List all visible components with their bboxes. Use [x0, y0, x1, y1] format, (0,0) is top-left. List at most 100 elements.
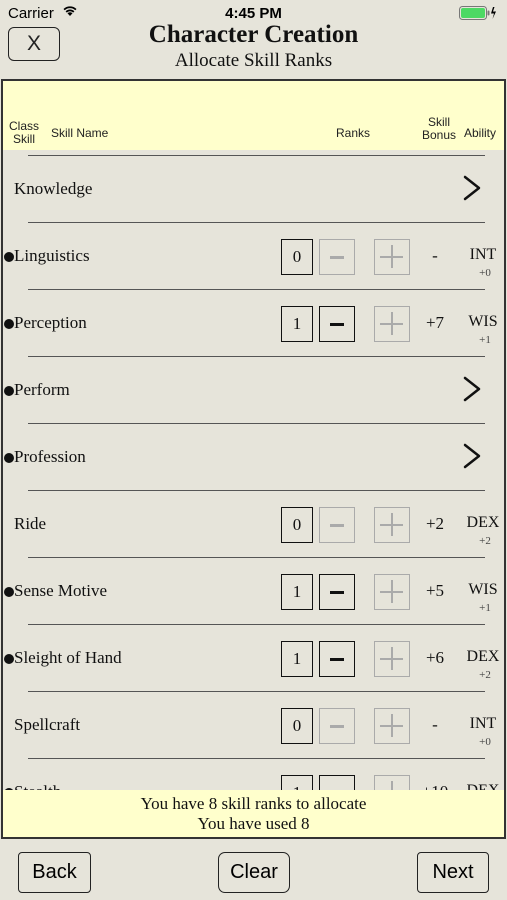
- skill-name: Sense Motive: [14, 581, 108, 600]
- skill-bonus: +6: [425, 648, 445, 667]
- next-button[interactable]: Next: [417, 852, 489, 893]
- ranks-used-text: You have used 8: [197, 814, 310, 833]
- plus-icon-v: [391, 647, 393, 670]
- skill-name: Perception: [14, 313, 87, 332]
- skill-row: Perception 1 +7 WIS +1: [3, 289, 504, 356]
- skill-row[interactable]: Profession: [3, 423, 504, 490]
- class-skill-column-label: Class Skill: [8, 119, 39, 146]
- skill-bonus: -: [432, 246, 438, 265]
- increment-rank-button[interactable]: [374, 708, 410, 744]
- back-button[interactable]: Back: [18, 852, 91, 893]
- skill-bonus: +10: [415, 782, 455, 790]
- skill-name: Linguistics: [14, 246, 90, 265]
- rank-value: 1: [281, 574, 313, 610]
- skill-row: Sense Motive 1 +5 WIS +1: [3, 557, 504, 624]
- minus-icon: [330, 590, 344, 594]
- plus-icon-v: [391, 245, 393, 268]
- rank-value: 0: [281, 708, 313, 744]
- ability-modifier: +2: [479, 535, 491, 547]
- ability-modifier: +1: [479, 334, 491, 346]
- row-divider: [28, 691, 485, 692]
- skill-row[interactable]: Knowledge: [3, 155, 504, 222]
- skills-panel: Class Skill Skill Name Ranks Skill Bonus…: [1, 79, 506, 839]
- ability-modifier: +0: [479, 736, 491, 748]
- decrement-rank-button[interactable]: [319, 507, 355, 543]
- chevron-right-icon[interactable]: [459, 173, 485, 203]
- ability-modifier: +2: [479, 669, 491, 681]
- skill-bonus: +2: [425, 514, 445, 533]
- skill-bonus-column-label: Skill Bonus: [421, 115, 457, 142]
- class-skill-indicator: [4, 654, 14, 664]
- allocation-summary: You have 8 skill ranks to allocate You h…: [3, 790, 504, 837]
- row-divider: [28, 289, 485, 290]
- skill-row: Stealth1+10DEX+2: [3, 758, 504, 790]
- row-divider: [28, 557, 485, 558]
- rank-value: 1: [281, 775, 313, 790]
- page-title: Character Creation: [148, 21, 359, 48]
- ability-name: INT: [469, 246, 497, 263]
- skill-list[interactable]: Knowledge Linguistics 0 - INT +0 Perception 1 +7…: [3, 150, 504, 790]
- skill-name: Sleight of Hand: [14, 648, 122, 667]
- plus-icon-v: [391, 513, 393, 536]
- minus-icon: [330, 657, 344, 661]
- decrement-rank-button[interactable]: [319, 306, 355, 342]
- rank-value: 0: [281, 239, 313, 275]
- increment-rank-button[interactable]: [374, 641, 410, 677]
- row-divider: [28, 423, 485, 424]
- skill-name: Perform: [14, 380, 70, 399]
- increment-rank-button[interactable]: [374, 306, 410, 342]
- increment-rank-button[interactable]: [374, 775, 410, 790]
- skill-name: Stealth: [14, 782, 61, 790]
- bottom-toolbar: Back Clear Next: [0, 840, 507, 900]
- rank-value: 1: [281, 641, 313, 677]
- class-skill-indicator: [4, 386, 14, 396]
- row-divider: [28, 758, 485, 759]
- skill-row: Sleight of Hand 1 +6 DEX +2: [3, 624, 504, 691]
- skill-row: Ride 0 +2 DEX +2: [3, 490, 504, 557]
- row-divider: [28, 490, 485, 491]
- plus-icon-v: [391, 312, 393, 335]
- minus-icon: [330, 523, 344, 527]
- increment-rank-button[interactable]: [374, 574, 410, 610]
- increment-rank-button[interactable]: [374, 507, 410, 543]
- skill-name: Spellcraft: [14, 715, 81, 734]
- ranks-column-label: Ranks: [336, 126, 371, 140]
- ability-name: DEX: [466, 648, 500, 665]
- clear-button[interactable]: Clear: [218, 852, 290, 893]
- class-skill-indicator: [4, 252, 14, 262]
- skill-bonus: -: [432, 715, 438, 734]
- skill-row[interactable]: Perform: [3, 356, 504, 423]
- skill-name: Profession: [14, 447, 86, 466]
- class-skill-indicator: [4, 319, 14, 329]
- column-header: Class Skill Skill Name Ranks Skill Bonus…: [3, 81, 504, 150]
- increment-rank-button[interactable]: [374, 239, 410, 275]
- chevron-right-icon[interactable]: [459, 374, 485, 404]
- skill-row: Spellcraft 0 - INT +0: [3, 691, 504, 758]
- chevron-right-icon[interactable]: [459, 441, 485, 471]
- page-subtitle: Allocate Skill Ranks: [174, 50, 333, 71]
- decrement-rank-button[interactable]: [319, 775, 355, 790]
- skill-name: Ride: [14, 514, 47, 533]
- row-divider: [28, 356, 485, 357]
- plus-icon-v: [391, 781, 393, 790]
- ability-modifier: +0: [479, 267, 491, 279]
- skill-name: Knowledge: [14, 179, 93, 198]
- plus-icon-v: [391, 580, 393, 603]
- decrement-rank-button[interactable]: [319, 239, 355, 275]
- ability-name: WIS: [468, 313, 498, 330]
- decrement-rank-button[interactable]: [319, 574, 355, 610]
- minus-icon: [330, 322, 344, 326]
- plus-icon-v: [391, 714, 393, 737]
- ranks-available-text: You have 8 skill ranks to allocate: [140, 794, 367, 813]
- ability-name: WIS: [468, 581, 498, 598]
- decrement-rank-button[interactable]: [319, 708, 355, 744]
- class-skill-indicator: [4, 453, 14, 463]
- ability-modifier: +1: [479, 602, 491, 614]
- class-skill-indicator: [4, 587, 14, 597]
- decrement-rank-button[interactable]: [319, 641, 355, 677]
- rank-value: 1: [281, 306, 313, 342]
- clock-time: 4:45 PM: [225, 5, 282, 22]
- minus-icon: [330, 724, 344, 728]
- ability-name: DEX: [463, 782, 503, 790]
- rank-value: 0: [281, 507, 313, 543]
